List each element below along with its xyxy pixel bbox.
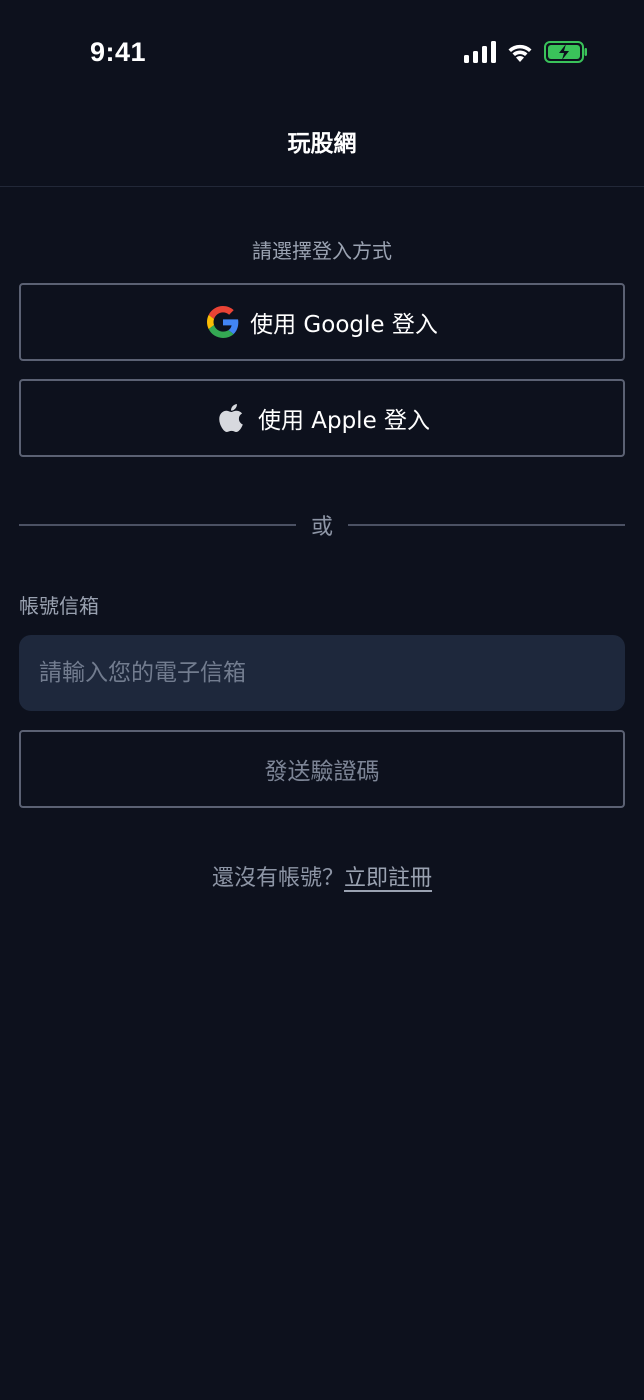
status-bar: 9:41 <box>0 0 644 104</box>
signup-prompt: 還沒有帳號？ <box>211 866 344 891</box>
google-login-button[interactable]: 使用 Google 登入 <box>19 283 625 361</box>
google-login-label: 使用 Google 登入 <box>250 312 438 338</box>
login-form: 請選擇登入方式 使用 Google 登入 使用 Apple 登入 或 帳號信箱 … <box>19 187 625 892</box>
signup-link[interactable]: 立即註冊 <box>344 866 432 891</box>
login-screen: 9:41 玩股網 請選擇登入方式 使用 Google 登入 使用 Apple 登… <box>0 0 644 1400</box>
nav-header: 玩股網 <box>0 104 644 187</box>
page-title: 玩股網 <box>287 131 357 157</box>
email-field[interactable] <box>19 635 625 711</box>
divider-text: 或 <box>310 515 333 540</box>
apple-login-label: 使用 Apple 登入 <box>257 408 431 434</box>
login-method-prompt: 請選擇登入方式 <box>252 239 392 263</box>
apple-login-button[interactable]: 使用 Apple 登入 <box>19 379 625 457</box>
signup-row: 還沒有帳號？立即註冊 <box>19 860 625 892</box>
signal-icon <box>464 41 496 63</box>
or-divider: 或 <box>19 505 625 545</box>
send-code-button[interactable]: 發送驗證碼 <box>19 730 625 808</box>
divider-line-left <box>19 524 296 526</box>
wifi-icon <box>506 41 534 63</box>
apple-icon <box>214 401 248 435</box>
email-label: 帳號信箱 <box>19 594 99 618</box>
google-icon <box>206 305 240 339</box>
status-time: 9:41 <box>90 37 147 67</box>
status-icons <box>464 38 588 66</box>
divider-line-right <box>348 524 625 526</box>
battery-charging-icon <box>544 41 588 63</box>
